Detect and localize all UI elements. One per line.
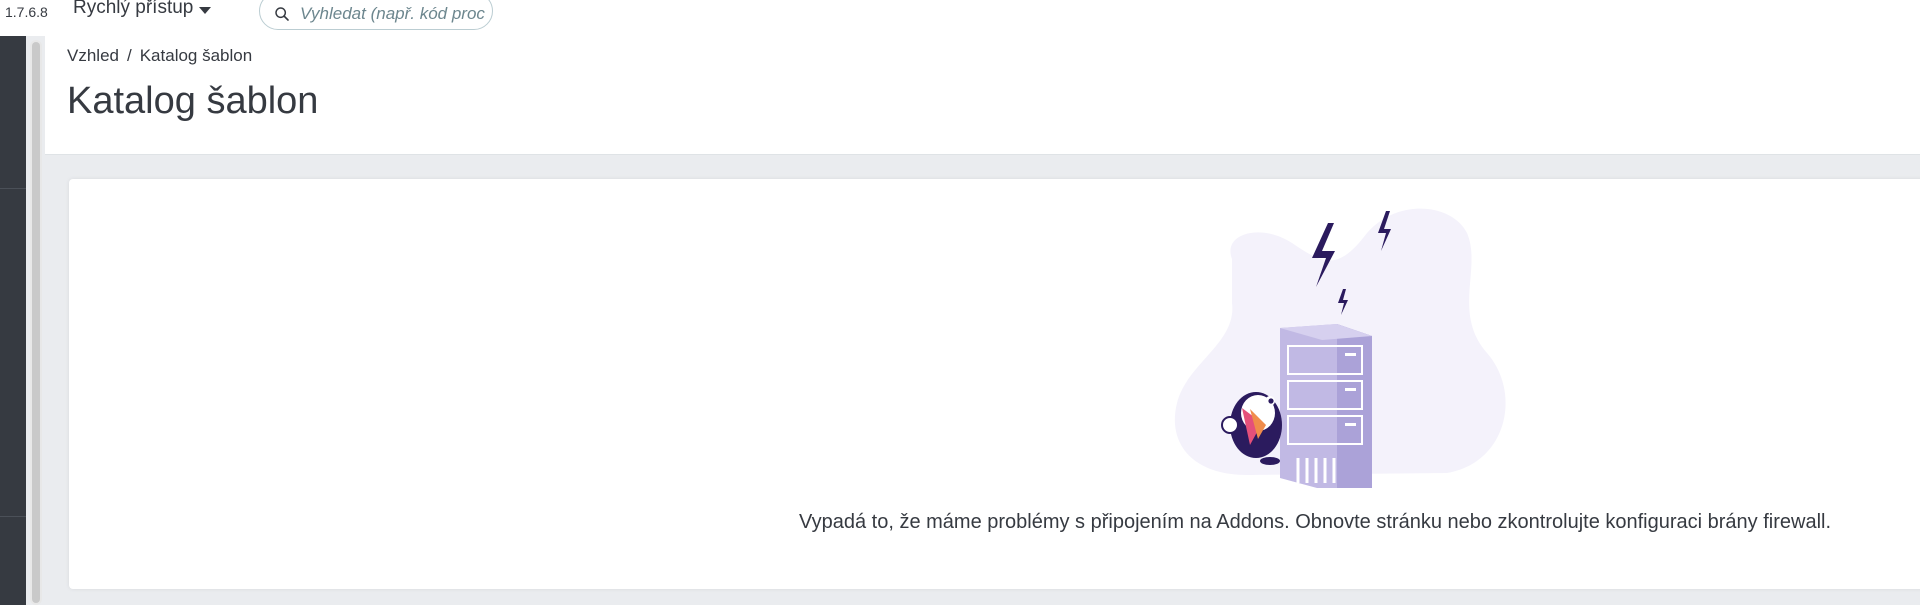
caret-down-icon bbox=[199, 6, 212, 14]
page-header: Vzhled / Katalog šablon Katalog šablon bbox=[45, 36, 1920, 155]
sidebar-divider bbox=[0, 516, 26, 517]
sidebar-divider bbox=[0, 188, 26, 189]
top-bar: 1.7.6.8 Rychlý přístup bbox=[0, 0, 1920, 36]
quick-access-dropdown[interactable]: Rychlý přístup bbox=[73, 0, 212, 19]
search-input[interactable] bbox=[298, 3, 492, 25]
page-title: Katalog šablon bbox=[67, 80, 319, 122]
sidebar bbox=[0, 36, 26, 605]
puffin-server-error-illustration bbox=[1174, 208, 1506, 488]
server-side-panel bbox=[1337, 324, 1372, 488]
scrollbar-thumb[interactable] bbox=[32, 42, 40, 603]
breadcrumb-item-appearance[interactable]: Vzhled bbox=[67, 46, 119, 66]
search-box[interactable] bbox=[259, 0, 493, 30]
search-icon bbox=[275, 7, 289, 21]
scrollbar[interactable] bbox=[30, 40, 42, 605]
breadcrumb-item-theme-catalog: Katalog šablon bbox=[139, 46, 253, 65]
error-message: Vypadá to, že máme problémy s připojením… bbox=[799, 511, 1832, 533]
breadcrumb-separator: / bbox=[126, 46, 132, 65]
quick-access-label: Rychlý přístup bbox=[73, 0, 194, 18]
breadcrumb: Vzhled / Katalog šablon bbox=[67, 46, 252, 66]
version-label: 1.7.6.8 bbox=[5, 4, 48, 20]
